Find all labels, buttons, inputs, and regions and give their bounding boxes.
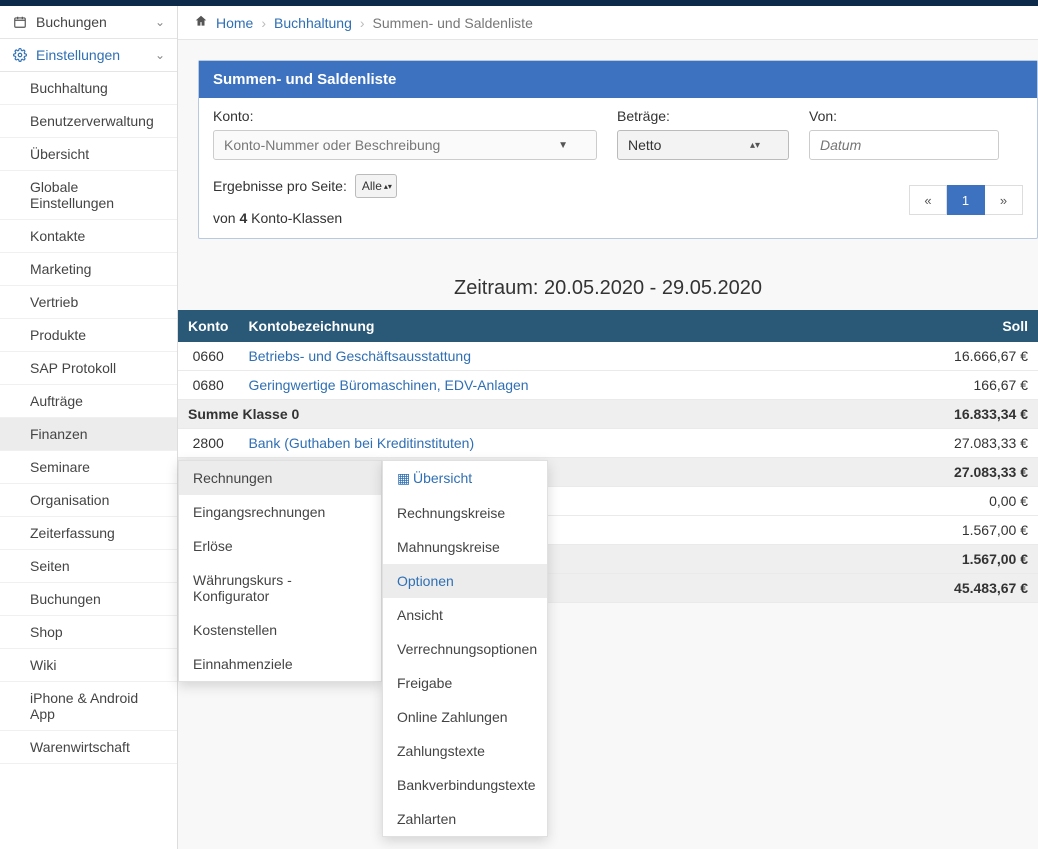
sidebar-section-label: Einstellungen <box>36 47 120 63</box>
sidebar-item[interactable]: Finanzen <box>0 418 177 451</box>
main-content: Home Buchhaltung Summen- und Saldenliste… <box>178 6 1038 849</box>
betraege-select[interactable]: Netto ▴▾ <box>617 130 789 160</box>
sidebar-item[interactable]: Benutzerverwaltung <box>0 105 177 138</box>
konto-select[interactable]: Konto-Nummer oder Beschreibung ▼ <box>213 130 597 160</box>
klass-count: von 4 Konto-Klassen <box>213 206 534 226</box>
submenu-item[interactable]: Mahnungskreise <box>383 530 547 564</box>
table-row: Summe Klasse 016.833,34 € <box>178 400 1038 429</box>
sidebar-item[interactable]: Aufträge <box>0 385 177 418</box>
sidebar-item[interactable]: iPhone & Android App <box>0 682 177 731</box>
sidebar-item[interactable]: Globale Einstellungen <box>0 171 177 220</box>
th-soll[interactable]: Soll <box>898 310 1038 342</box>
sidebar-item[interactable]: Buchhaltung <box>0 72 177 105</box>
submenu-item[interactable]: Zahlarten <box>383 802 547 836</box>
sidebar: Buchungen ⌄ Einstellungen ⌄ BuchhaltungB… <box>0 6 178 849</box>
table-row: 0680Geringwertige Büromaschinen, EDV-Anl… <box>178 371 1038 400</box>
panel-title: Summen- und Saldenliste <box>199 61 1037 98</box>
table-row: 2800Bank (Guthaben bei Kreditinstituten)… <box>178 429 1038 458</box>
sidebar-item[interactable]: Vertrieb <box>0 286 177 319</box>
table-row: 0660Betriebs- und Geschäftsausstattung16… <box>178 342 1038 371</box>
breadcrumb-sep <box>360 15 365 31</box>
submenu-item[interactable]: ▦Übersicht <box>383 461 547 496</box>
submenu-item[interactable]: Optionen <box>383 564 547 598</box>
sidebar-item[interactable]: Seminare <box>0 451 177 484</box>
perpage-label: Ergebnisse pro Seite: <box>213 178 347 194</box>
caret-updown-icon: ▴▾ <box>750 140 760 151</box>
submenu-item[interactable]: Bankverbindungstexte <box>383 768 547 802</box>
breadcrumb-sep <box>261 15 266 31</box>
chevron-down-icon: ⌄ <box>155 15 165 29</box>
sidebar-item[interactable]: Shop <box>0 616 177 649</box>
sidebar-item[interactable]: Kontakte <box>0 220 177 253</box>
submenu-item[interactable]: Eingangsrechnungen <box>179 495 381 529</box>
chevron-down-icon: ⌄ <box>155 48 165 62</box>
submenu-item[interactable]: Online Zahlungen <box>383 700 547 734</box>
sidebar-item[interactable]: Marketing <box>0 253 177 286</box>
pager-next[interactable]: » <box>985 185 1023 215</box>
sidebar-item[interactable]: Übersicht <box>0 138 177 171</box>
sidebar-item[interactable]: Organisation <box>0 484 177 517</box>
submenu-item[interactable]: Rechnungskreise <box>383 496 547 530</box>
sidebar-item[interactable]: Zeiterfassung <box>0 517 177 550</box>
sidebar-section-label: Buchungen <box>36 14 107 30</box>
submenu-item[interactable]: Zahlungstexte <box>383 734 547 768</box>
pager: « 1 » <box>909 185 1023 215</box>
th-konto[interactable]: Konto <box>178 310 238 342</box>
sidebar-item[interactable]: SAP Protokoll <box>0 352 177 385</box>
sidebar-item[interactable]: Produkte <box>0 319 177 352</box>
sidebar-section-buchungen[interactable]: Buchungen ⌄ <box>0 6 177 39</box>
panel: Summen- und Saldenliste Konto: Konto-Num… <box>198 60 1038 239</box>
breadcrumb: Home Buchhaltung Summen- und Saldenliste <box>178 6 1038 40</box>
pager-page[interactable]: 1 <box>947 185 985 215</box>
submenu-item[interactable]: Kostenstellen <box>179 613 381 647</box>
pager-prev[interactable]: « <box>909 185 947 215</box>
sidebar-item[interactable]: Buchungen <box>0 583 177 616</box>
submenu-item[interactable]: Einnahmenziele <box>179 647 381 681</box>
konto-link[interactable]: Bank (Guthaben bei Kreditinstituten) <box>248 435 474 451</box>
home-icon <box>194 14 208 31</box>
von-label: Von: <box>809 108 999 124</box>
breadcrumb-home[interactable]: Home <box>216 15 253 31</box>
breadcrumb-l3: Summen- und Saldenliste <box>373 15 533 31</box>
submenu-item[interactable]: Freigabe <box>383 666 547 700</box>
submenu-item[interactable]: Ansicht <box>383 598 547 632</box>
submenu-item[interactable]: Währungskurs - Konfigurator <box>179 563 381 613</box>
breadcrumb-l2[interactable]: Buchhaltung <box>274 15 352 31</box>
caret-updown-icon: ▴▾ <box>384 182 392 191</box>
sidebar-item[interactable]: Warenwirtschaft <box>0 731 177 764</box>
von-input[interactable] <box>809 130 999 160</box>
rechnungen-submenu: ▦ÜbersichtRechnungskreiseMahnungskreiseO… <box>382 460 548 837</box>
sidebar-item[interactable]: Seiten <box>0 550 177 583</box>
th-bez[interactable]: Kontobezeichnung <box>238 310 898 342</box>
zeitraum: Zeitraum: 20.05.2020 - 29.05.2020 <box>178 259 1038 310</box>
konto-link[interactable]: Betriebs- und Geschäftsausstattung <box>248 348 471 364</box>
betraege-label: Beträge: <box>617 108 789 124</box>
calendar-icon <box>12 14 28 30</box>
finanzen-submenu: RechnungenEingangsrechnungenErlöseWährun… <box>178 460 382 682</box>
submenu-item[interactable]: Erlöse <box>179 529 381 563</box>
konto-label: Konto: <box>213 108 597 124</box>
konto-placeholder: Konto-Nummer oder Beschreibung <box>224 137 440 153</box>
grid-icon: ▦ <box>397 470 409 487</box>
konto-link[interactable]: Geringwertige Büromaschinen, EDV-Anlagen <box>248 377 528 393</box>
sidebar-section-einstellungen[interactable]: Einstellungen ⌄ <box>0 39 177 72</box>
caret-down-icon: ▼ <box>558 140 568 151</box>
gear-icon <box>12 47 28 63</box>
submenu-item[interactable]: Rechnungen <box>179 461 381 495</box>
sidebar-item[interactable]: Wiki <box>0 649 177 682</box>
perpage-select[interactable]: Alle ▴▾ <box>355 174 397 198</box>
betraege-value: Netto <box>628 137 661 153</box>
submenu-item[interactable]: Verrechnungsoptionen <box>383 632 547 666</box>
